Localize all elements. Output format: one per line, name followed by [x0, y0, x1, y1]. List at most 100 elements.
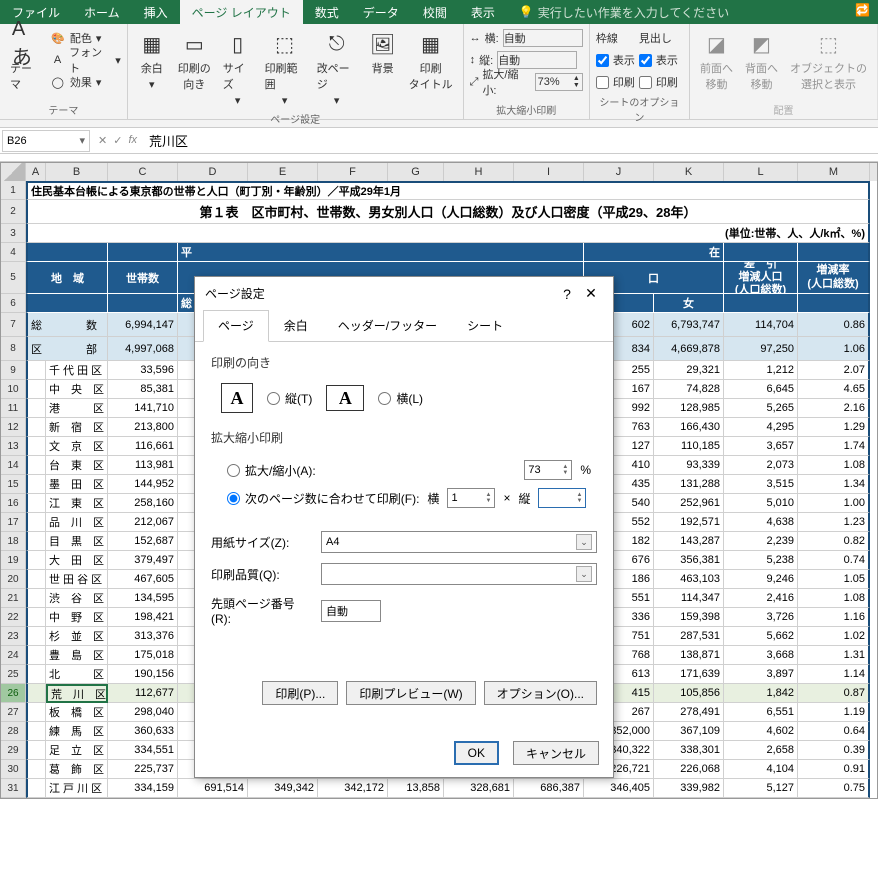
- cell[interactable]: [798, 294, 870, 313]
- cell[interactable]: 3,726: [724, 608, 798, 627]
- row-header[interactable]: 13: [1, 437, 26, 456]
- cell[interactable]: 298,040: [108, 703, 178, 722]
- col-header-K[interactable]: K: [654, 163, 724, 181]
- options-button[interactable]: オプション(O)...: [484, 681, 597, 705]
- cell[interactable]: 0.86: [798, 313, 870, 337]
- cell[interactable]: 台 東 区: [46, 456, 108, 475]
- row-header[interactable]: 17: [1, 513, 26, 532]
- cell[interactable]: 29,321: [654, 361, 724, 380]
- cell[interactable]: 313,376: [108, 627, 178, 646]
- cell[interactable]: 110,185: [654, 437, 724, 456]
- tab-view[interactable]: 表示: [459, 0, 507, 24]
- cell[interactable]: 1.08: [798, 456, 870, 475]
- cell[interactable]: 4,104: [724, 760, 798, 779]
- fit-tall-spinner[interactable]: ▲▼: [538, 488, 586, 508]
- cell[interactable]: 0.74: [798, 551, 870, 570]
- row-header[interactable]: 7: [1, 313, 26, 337]
- ok-button[interactable]: OK: [454, 741, 499, 765]
- tell-me[interactable]: 💡 実行したい作業を入力してください: [507, 0, 741, 24]
- cell[interactable]: [26, 570, 46, 589]
- cell[interactable]: 1.00: [798, 494, 870, 513]
- cell[interactable]: 1.31: [798, 646, 870, 665]
- col-header-A[interactable]: A: [26, 163, 46, 181]
- cell[interactable]: 691,514: [178, 779, 248, 798]
- cell[interactable]: 1.34: [798, 475, 870, 494]
- cell[interactable]: 356,381: [654, 551, 724, 570]
- cell[interactable]: 新 宿 区: [46, 418, 108, 437]
- cell[interactable]: 114,347: [654, 589, 724, 608]
- cell[interactable]: [724, 243, 798, 262]
- cell[interactable]: 175,018: [108, 646, 178, 665]
- cell[interactable]: 226,068: [654, 760, 724, 779]
- cell[interactable]: 1.02: [798, 627, 870, 646]
- cell[interactable]: 93,339: [654, 456, 724, 475]
- cell[interactable]: [26, 399, 46, 418]
- adjust-to-spinner[interactable]: 73▲▼: [524, 460, 572, 480]
- cell[interactable]: [26, 684, 46, 703]
- cell[interactable]: 大 田 区: [46, 551, 108, 570]
- cell[interactable]: 198,421: [108, 608, 178, 627]
- row-header[interactable]: 6: [1, 294, 26, 313]
- cell[interactable]: 2,073: [724, 456, 798, 475]
- size-button[interactable]: ▯サイズ▾: [219, 28, 257, 109]
- themes-button[interactable]: Aあ テーマ: [6, 28, 46, 94]
- cell[interactable]: 6,551: [724, 703, 798, 722]
- cell[interactable]: 287,531: [654, 627, 724, 646]
- cell[interactable]: 143,287: [654, 532, 724, 551]
- row-header[interactable]: 15: [1, 475, 26, 494]
- cell[interactable]: [724, 294, 798, 313]
- col-header-G[interactable]: G: [388, 163, 444, 181]
- tab-data[interactable]: データ: [351, 0, 411, 24]
- cell[interactable]: 4,997,068: [108, 337, 178, 361]
- row-header[interactable]: 26: [1, 684, 26, 703]
- cell[interactable]: 4,638: [724, 513, 798, 532]
- orientation-button[interactable]: ▭印刷の 向き: [174, 28, 215, 94]
- adjust-to-radio[interactable]: 拡大/縮小(A):: [227, 462, 316, 479]
- cell[interactable]: 114,704: [724, 313, 798, 337]
- name-box-dropdown-icon[interactable]: ▾: [79, 134, 85, 147]
- col-header-B[interactable]: B: [46, 163, 108, 181]
- row-header[interactable]: 28: [1, 722, 26, 741]
- margins-button[interactable]: ▦余白▾: [134, 28, 170, 93]
- row-header[interactable]: 27: [1, 703, 26, 722]
- cell[interactable]: 1,842: [724, 684, 798, 703]
- cell[interactable]: 1.19: [798, 703, 870, 722]
- cell[interactable]: 338,301: [654, 741, 724, 760]
- cell[interactable]: 1.14: [798, 665, 870, 684]
- cell[interactable]: 349,342: [248, 779, 318, 798]
- row-header[interactable]: 18: [1, 532, 26, 551]
- cell[interactable]: 278,491: [654, 703, 724, 722]
- print-button[interactable]: 印刷(P)...: [262, 681, 338, 705]
- cell[interactable]: 33,596: [108, 361, 178, 380]
- name-box[interactable]: B26▾: [2, 130, 90, 152]
- print-area-button[interactable]: ⬚印刷範囲▾: [261, 28, 309, 109]
- cell[interactable]: 360,633: [108, 722, 178, 741]
- fx-icon[interactable]: fx: [128, 134, 137, 147]
- cell[interactable]: 4,669,878: [654, 337, 724, 361]
- cell[interactable]: 2,658: [724, 741, 798, 760]
- fonts-button[interactable]: Aフォント ▾: [50, 50, 121, 70]
- cell[interactable]: 144,952: [108, 475, 178, 494]
- row-header[interactable]: 16: [1, 494, 26, 513]
- tab-page-layout[interactable]: ページ レイアウト: [180, 0, 303, 24]
- cell[interactable]: [26, 418, 46, 437]
- row-header[interactable]: 1: [1, 181, 26, 200]
- scale-spinner[interactable]: 73%▲▼: [535, 73, 583, 91]
- row-header[interactable]: 30: [1, 760, 26, 779]
- row-header[interactable]: 3: [1, 224, 26, 243]
- cell[interactable]: 千 代 田 区: [46, 361, 108, 380]
- cell[interactable]: 練 馬 区: [46, 722, 108, 741]
- cell[interactable]: [108, 243, 178, 262]
- cell[interactable]: 0.82: [798, 532, 870, 551]
- scale-width-select[interactable]: 自動: [503, 29, 583, 47]
- cell[interactable]: 差 引 増減人口 (人口総数): [724, 262, 798, 294]
- dialog-tab-page[interactable]: ページ: [203, 310, 269, 342]
- cell[interactable]: 荒 川 区: [46, 684, 108, 703]
- print-titles-button[interactable]: ▦印刷 タイトル: [405, 28, 457, 94]
- fit-to-radio[interactable]: 次のページ数に合わせて印刷(F):: [227, 490, 419, 507]
- cell[interactable]: 6,793,747: [654, 313, 724, 337]
- cell[interactable]: [26, 294, 108, 313]
- col-header-L[interactable]: L: [724, 163, 798, 181]
- cell[interactable]: [26, 494, 46, 513]
- cell[interactable]: 5,265: [724, 399, 798, 418]
